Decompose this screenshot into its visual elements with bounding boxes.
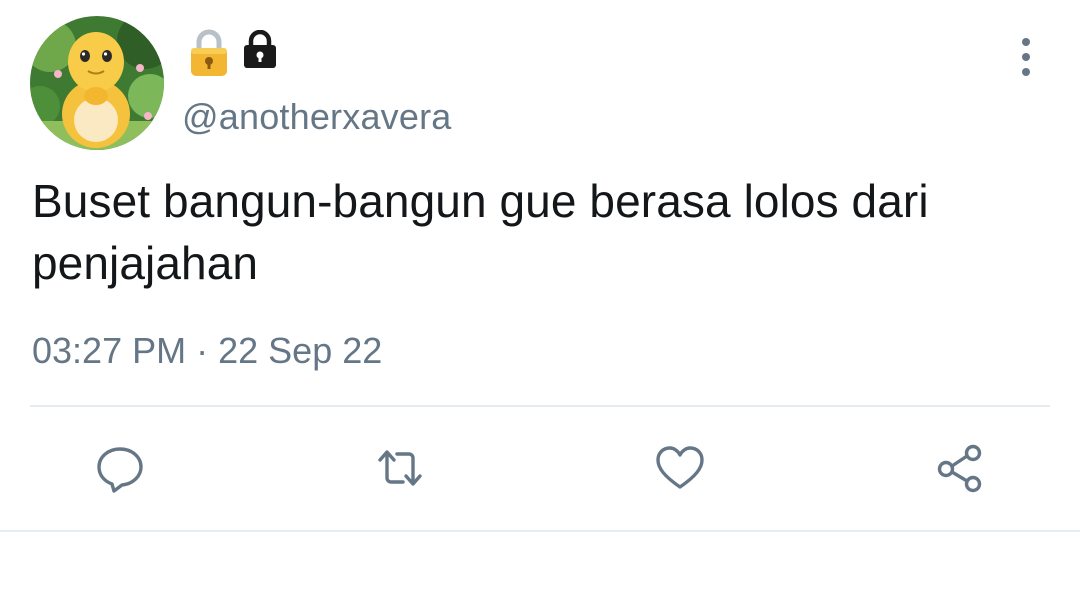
timestamp-separator: ·: [196, 330, 209, 371]
tweet-text: Buset bangun-bangun gue berasa lolos dar…: [32, 175, 929, 289]
avatar[interactable]: [30, 16, 164, 150]
tweet-date: 22 Sep 22: [218, 330, 383, 371]
lock-icon: [242, 29, 278, 70]
reply-icon: [97, 447, 143, 493]
lock-emoji-icon: [188, 28, 230, 78]
avatar-image: [30, 16, 164, 150]
tweet-timestamp[interactable]: 03:27 PM · 22 Sep 22: [32, 330, 382, 372]
more-options-icon[interactable]: [1006, 38, 1046, 76]
tweet-card[interactable]: @anotherxavera Buset bangun-bangun gue b…: [0, 0, 1080, 532]
share-button[interactable]: [932, 440, 988, 496]
reply-button[interactable]: [92, 440, 148, 496]
divider: [30, 405, 1050, 407]
retweet-button[interactable]: [372, 440, 428, 496]
like-button[interactable]: [652, 440, 708, 496]
retweet-icon: [378, 450, 422, 486]
share-icon: [937, 444, 982, 493]
tweet-time: 03:27 PM: [32, 330, 187, 371]
user-handle[interactable]: @anotherxavera: [182, 96, 452, 138]
like-icon: [656, 446, 704, 489]
